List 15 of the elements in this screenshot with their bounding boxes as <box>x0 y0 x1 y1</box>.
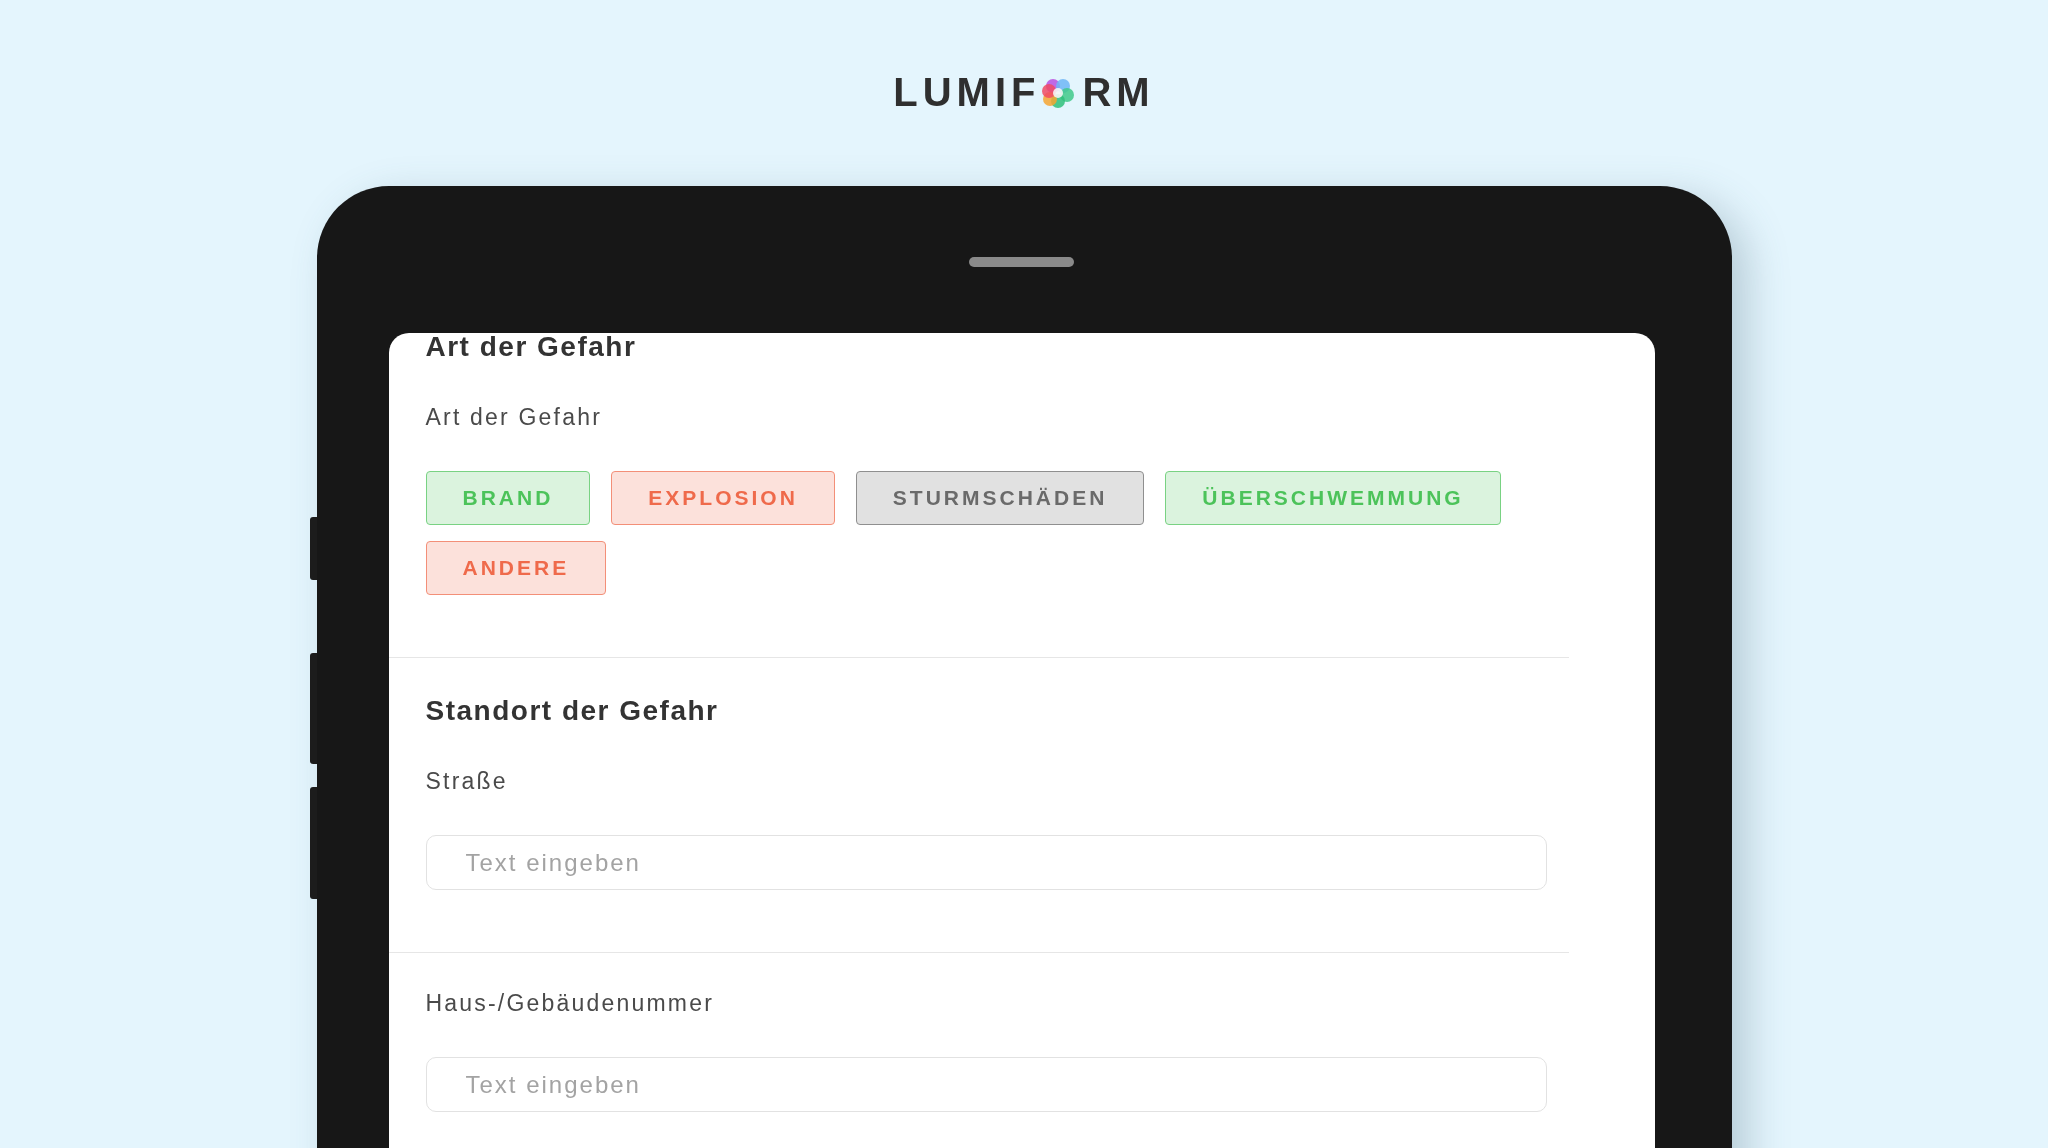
field-label: Haus-/Gebäudenummer <box>425 989 716 1018</box>
option-chip[interactable]: ÜBERSCHWEMMUNG <box>1165 471 1501 525</box>
text-input[interactable]: Text eingeben <box>425 1057 1547 1112</box>
section-title: Art der Gefahr <box>425 333 638 364</box>
logo-text: RM <box>1082 69 1155 116</box>
option-chip[interactable]: STURMSCHÄDEN <box>855 471 1145 525</box>
option-chip[interactable]: ANDERE <box>425 541 607 595</box>
text-input[interactable]: Text eingeben <box>425 835 1547 890</box>
option-chip[interactable]: BRAND <box>425 471 591 525</box>
flower-logo-icon <box>1042 77 1075 109</box>
option-chip[interactable]: EXPLOSION <box>611 471 835 525</box>
field-label: Straße <box>425 767 509 796</box>
logo-text: LUMIF <box>893 69 1041 116</box>
section-title: Standort der Gefahr <box>425 694 720 728</box>
field-label: Art der Gefahr <box>425 403 604 432</box>
